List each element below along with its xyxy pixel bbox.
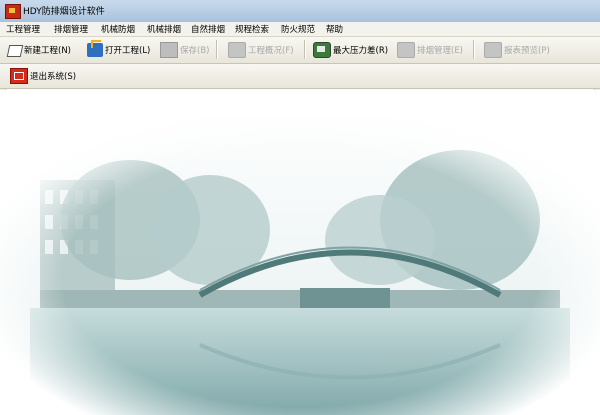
report-preview-icon: [484, 42, 502, 58]
save-disk-icon: [160, 42, 178, 58]
pressure-icon: [313, 42, 331, 58]
menu-natural-smoke-exhaust[interactable]: 自然排烟: [191, 23, 225, 35]
project-overview-button[interactable]: 工程概况(F): [228, 41, 294, 59]
window-title: HDY防排烟设计软件: [23, 7, 105, 17]
toolbar-separator: [473, 40, 475, 59]
exit-system-button[interactable]: 退出系统(S): [10, 67, 76, 85]
open-project-button[interactable]: 打开工程(L): [87, 40, 151, 59]
toolbar-separator: [216, 40, 218, 59]
menu-mechanical-smoke-exhaust[interactable]: 机械排烟: [147, 23, 181, 35]
exit-icon: [10, 68, 28, 84]
smoke-management-icon: [397, 42, 415, 58]
menu-help[interactable]: 帮助: [326, 23, 343, 35]
application-window: HDY防排烟设计软件 工程管理 排烟管理 机械防烟 机械排烟 自然排烟 规程检索…: [0, 0, 600, 415]
menu-code-search[interactable]: 规程检索: [235, 23, 269, 35]
max-pressure-diff-button[interactable]: 最大压力差(R): [313, 41, 388, 59]
app-icon: [5, 4, 21, 19]
open-project-label: 打开工程(L): [105, 46, 151, 56]
canal-bridge-scene: [0, 90, 600, 415]
report-preview-label: 报表预览(P): [504, 46, 550, 56]
splash-background-image: [0, 90, 600, 415]
overview-icon: [228, 42, 246, 58]
smoke-exhaust-management-label: 排烟管理(E): [417, 46, 464, 56]
secondary-toolbar: 退出系统(S): [0, 64, 600, 89]
save-label: 保存(B): [180, 46, 210, 56]
title-bar: HDY防排烟设计软件: [0, 0, 600, 23]
project-overview-label: 工程概况(F): [248, 46, 294, 56]
menu-project-management[interactable]: 工程管理: [6, 23, 40, 35]
open-folder-icon: [87, 40, 103, 57]
new-project-label: 新建工程(N): [24, 46, 71, 56]
save-button[interactable]: 保存(B): [160, 41, 209, 59]
main-toolbar: 新建工程(N) 打开工程(L) 保存(B) 工程概况(F) 最大压力差(R) 排…: [0, 37, 600, 64]
report-preview-button[interactable]: 报表预览(P): [484, 41, 550, 59]
menu-fire-code[interactable]: 防火规范: [281, 23, 315, 35]
toolbar-separator: [304, 40, 306, 59]
new-document-icon: [6, 45, 24, 57]
exit-system-label: 退出系统(S): [30, 72, 77, 82]
max-pressure-diff-label: 最大压力差(R): [333, 46, 389, 56]
menu-bar: 工程管理 排烟管理 机械防烟 机械排烟 自然排烟 规程检索 防火规范 帮助: [0, 22, 600, 37]
smoke-exhaust-management-button[interactable]: 排烟管理(E): [397, 41, 463, 59]
menu-smoke-management[interactable]: 排烟管理: [54, 23, 88, 35]
menu-mechanical-smoke-prevention[interactable]: 机械防烟: [101, 23, 135, 35]
new-project-button[interactable]: 新建工程(N): [6, 41, 71, 59]
